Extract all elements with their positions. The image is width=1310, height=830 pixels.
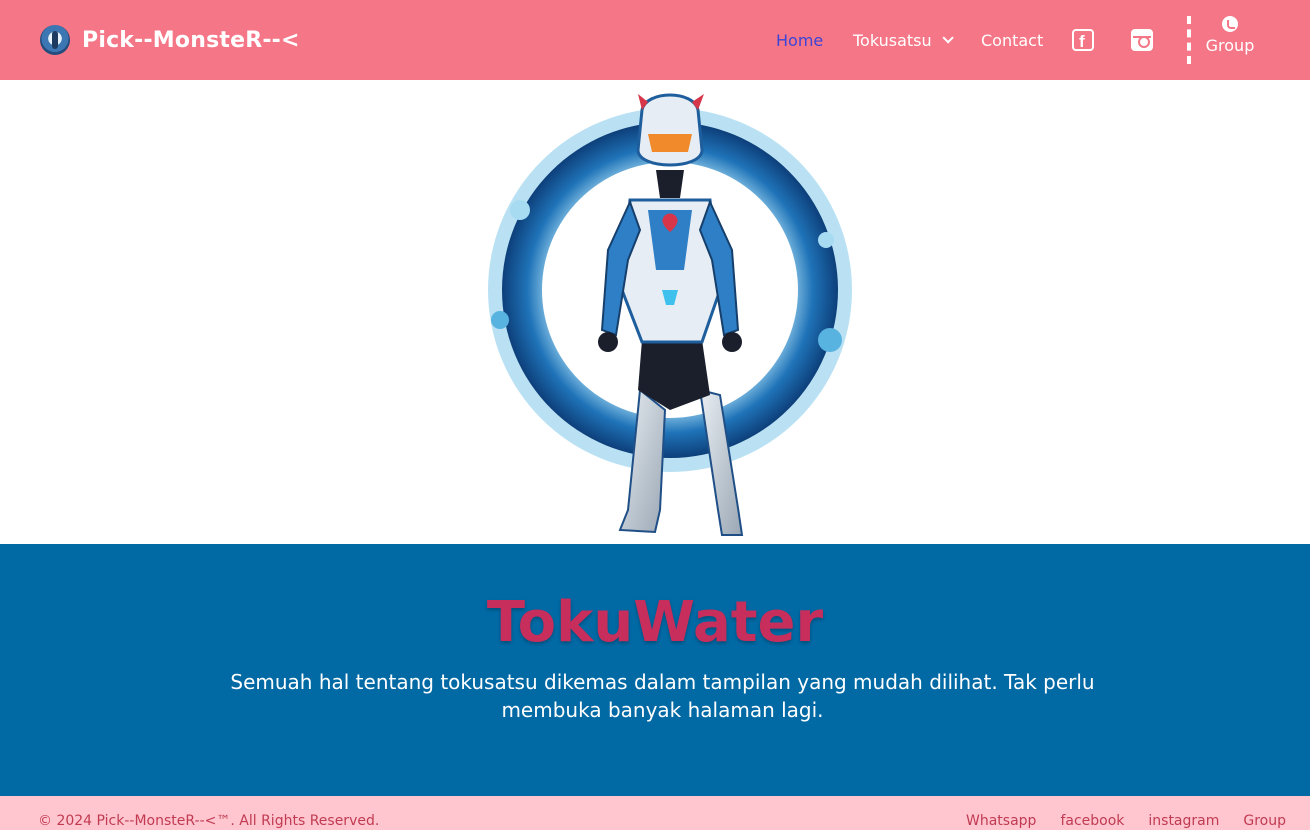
facebook-icon[interactable]: f <box>1072 29 1094 51</box>
footer-link-group[interactable]: Group <box>1243 813 1286 829</box>
hero-image <box>488 93 852 536</box>
nav-group-label: Group <box>1205 36 1255 55</box>
hero-banner: TokuWater Semuah hal tentang tokusatsu d… <box>0 544 1310 796</box>
nav-tokusatsu-dropdown[interactable]: Tokusatsu <box>853 0 954 80</box>
nav-divider <box>1187 16 1191 64</box>
footer-link-whatsapp[interactable]: Whatsapp <box>966 813 1036 829</box>
brand-logo <box>40 25 70 55</box>
banner-title: TokuWater <box>486 590 824 655</box>
footer-links: Whatsapp facebook instagram Group <box>942 813 1286 829</box>
nav-tokusatsu-label: Tokusatsu <box>853 30 932 50</box>
instagram-icon[interactable] <box>1131 29 1153 51</box>
footer-link-instagram[interactable]: instagram <box>1148 813 1219 829</box>
hero-section <box>0 80 1310 544</box>
brand[interactable]: Pick--MonsteR--< <box>40 24 300 56</box>
banner-description: Semuah hal tentang tokusatsu dikemas dal… <box>230 670 1095 722</box>
nav-group-link[interactable]: Group <box>1200 16 1260 55</box>
brand-name: Pick--MonsteR--< <box>82 27 300 53</box>
chevron-down-icon <box>942 32 954 44</box>
footer: © 2024 Pick--MonsteR--<™. All Rights Res… <box>0 796 1310 830</box>
nav-contact-link[interactable]: Contact <box>981 0 1043 80</box>
nav-home-link[interactable]: Home <box>776 0 823 80</box>
footer-link-facebook[interactable]: facebook <box>1060 813 1124 829</box>
footer-copyright: © 2024 Pick--MonsteR--<™. All Rights Res… <box>38 813 380 829</box>
whatsapp-icon <box>1222 16 1238 32</box>
top-navbar: Pick--MonsteR--< Home Tokusatsu Contact … <box>0 0 1310 80</box>
